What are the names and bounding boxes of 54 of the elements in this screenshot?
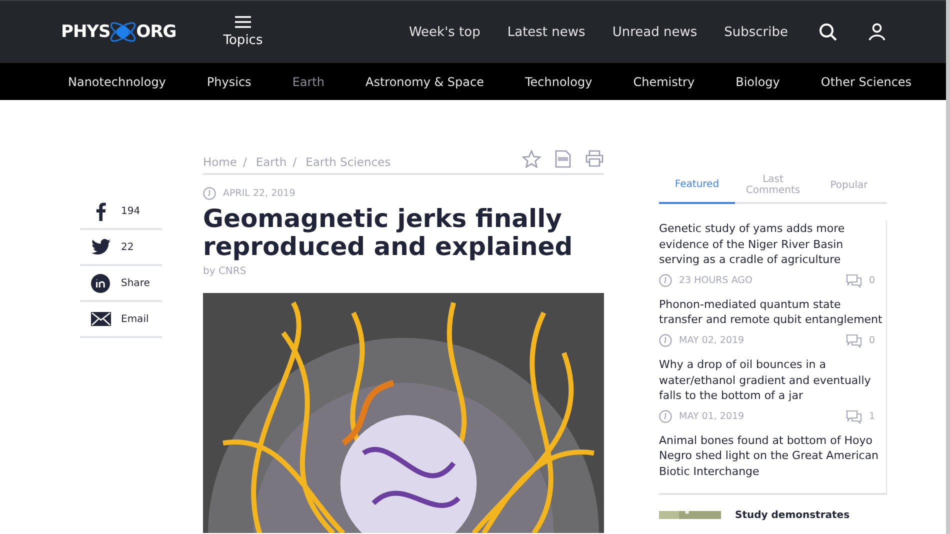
clock-icon (659, 334, 672, 348)
article-date: APRIL 22, 2019 (223, 188, 296, 199)
story-link[interactable]: Study demonstrates (735, 510, 850, 520)
comment-icon (846, 274, 862, 288)
story-date: 23 HOURS AGO (679, 275, 754, 286)
tab[interactable]: Featured (659, 171, 735, 204)
search-icon[interactable] (819, 23, 837, 41)
comment-icon (846, 334, 862, 348)
logo-text: PHYS (61, 22, 110, 42)
header-link[interactable]: Latest news (507, 24, 586, 40)
share-button[interactable]: 22 (80, 230, 162, 266)
linkedin-icon (91, 274, 110, 292)
bird-icon (90, 239, 110, 255)
story-link[interactable]: Phonon-mediated quantum state transfer and remote qubit entanglement (659, 296, 886, 328)
logo-text: ORG (136, 22, 176, 42)
star-icon[interactable] (522, 150, 541, 168)
story-link[interactable]: Animal bones found at bottom of Hoyo Negro shed light on the Great American Biotic Interchange (659, 432, 886, 480)
story-link[interactable]: Genetic study of yams adds more evidence of the Niger River Basin serving as a cradle of agriculture (659, 221, 886, 268)
category-link[interactable]: Technology (524, 74, 592, 88)
story-date: MAY 01, 2019 (679, 411, 746, 422)
menu-icon (234, 16, 251, 28)
logo[interactable]: PHYS ORG (61, 17, 176, 47)
byline: by CNRS (203, 266, 248, 277)
category-link[interactable]: Astronomy & Space (366, 74, 484, 88)
topics-button[interactable]: Topics (223, 16, 263, 48)
category-link[interactable]: Chemistry (633, 74, 695, 88)
envelope-icon (90, 312, 110, 326)
article-title: Geomagnetic jerks finally reproduced and explained (203, 205, 574, 261)
clock-icon (659, 274, 672, 288)
category-link[interactable]: Nanotechnology (68, 74, 166, 88)
header-link[interactable]: Week's top (408, 24, 480, 40)
facebook-icon (96, 202, 106, 220)
breadcrumb-separator: / (242, 154, 247, 168)
clock-icon (203, 187, 216, 200)
comment-count: 0 (868, 275, 875, 286)
header-link[interactable]: Subscribe (724, 24, 788, 40)
category-link[interactable]: Earth (292, 74, 324, 88)
user-icon[interactable] (868, 23, 886, 41)
story-date: MAY 02, 2019 (679, 335, 746, 346)
category-link[interactable]: Physics (206, 74, 252, 88)
share-button[interactable]: Email (80, 302, 162, 338)
category-link[interactable]: Other Sciences (820, 74, 912, 88)
story-link[interactable]: Why a drop of oil bounces in a water/ethanol gradient and eventually falls to the bottom of a jar (659, 356, 886, 404)
printer-icon[interactable] (585, 150, 604, 166)
clock-icon (659, 410, 672, 424)
comment-count: 1 (868, 411, 875, 422)
comment-icon (846, 410, 862, 424)
breadcrumb-separator: / (292, 154, 297, 168)
comment-count: 0 (868, 335, 875, 346)
header-link[interactable]: Unread news (612, 24, 698, 40)
share-button[interactable]: 194 (80, 194, 162, 230)
category-link[interactable]: Biology (736, 74, 780, 88)
share-button[interactable]: Share (80, 266, 162, 302)
document-icon[interactable] (555, 150, 571, 168)
